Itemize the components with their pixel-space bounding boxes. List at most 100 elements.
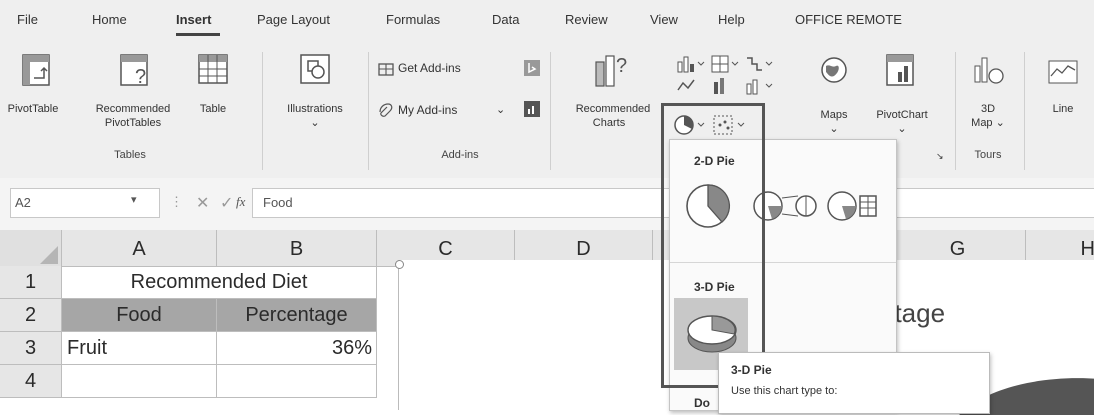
- recommended-pivottables-label-1: Recommended: [95, 103, 171, 115]
- column-header-b[interactable]: B: [217, 230, 377, 266]
- dialog-launcher-icon[interactable]: ↘: [936, 149, 944, 163]
- 3d-map-label-2: Map: [971, 117, 993, 129]
- formula-content: Food: [263, 195, 293, 210]
- 3d-map-button[interactable]: 3D Map ⌄: [960, 52, 1016, 142]
- addins-group-label: Add-ins: [441, 149, 479, 161]
- tooltip-body: Use this chart type to:: [731, 385, 838, 397]
- column-chart-icon[interactable]: [676, 54, 706, 74]
- sparkline-line-icon: [1048, 60, 1078, 84]
- tab-insert[interactable]: Insert: [176, 12, 211, 27]
- section-doughnut-heading: Do: [694, 396, 710, 410]
- pivotchart-label: PivotChart: [876, 109, 928, 121]
- cell-b3[interactable]: 36%: [217, 332, 377, 365]
- recommended-charts-button[interactable]: ? Recommended Charts: [560, 52, 658, 142]
- cancel-icon[interactable]: ✕: [196, 193, 209, 213]
- tab-view[interactable]: View: [650, 12, 678, 27]
- hierarchy-chart-icon[interactable]: [710, 54, 740, 74]
- table-icon: [198, 54, 228, 84]
- chevron-down-icon: ⌄: [310, 117, 320, 129]
- tab-help[interactable]: Help: [718, 12, 745, 27]
- my-addins-button[interactable]: My Add-ins ⌄: [378, 100, 548, 120]
- svg-text:?: ?: [616, 55, 627, 77]
- waterfall-chart-icon[interactable]: [744, 54, 774, 74]
- scatter-chart-dropdown-button[interactable]: [712, 113, 752, 137]
- insert-function-icon[interactable]: fx: [236, 194, 245, 210]
- cell-b2[interactable]: Percentage: [217, 299, 377, 332]
- group-separator: [1024, 52, 1025, 170]
- select-all-button[interactable]: [0, 230, 62, 266]
- recommended-pivottables-label-2: PivotTables: [104, 117, 162, 129]
- row-header-3[interactable]: 3: [0, 332, 62, 365]
- sparkline-line-button[interactable]: Line: [1038, 52, 1092, 142]
- globe-icon: [821, 57, 847, 83]
- group-separator: [550, 52, 551, 170]
- tab-data[interactable]: Data: [492, 12, 519, 27]
- combo-chart-icon[interactable]: [744, 76, 774, 96]
- pie-chart-dropdown-button[interactable]: [672, 113, 712, 137]
- more-options-icon: ⋮: [170, 194, 183, 209]
- maps-button[interactable]: Maps ⌄: [812, 52, 856, 142]
- tours-group-label: Tours: [974, 149, 1002, 161]
- tables-group-label: Tables: [114, 149, 146, 161]
- group-separator: [262, 52, 263, 170]
- pivottable-icon: [22, 54, 50, 86]
- pivotchart-icon: [886, 54, 914, 86]
- recommended-pivottables-button[interactable]: ? Recommended PivotTables: [90, 52, 176, 142]
- 3d-map-icon: [974, 57, 1004, 84]
- bar-of-pie-option[interactable]: [824, 188, 894, 224]
- line-chart-icon[interactable]: [676, 76, 706, 96]
- recommended-charts-label-2: Charts: [592, 117, 626, 129]
- maps-label: Maps: [820, 109, 848, 121]
- select-all-triangle-icon: [40, 246, 58, 264]
- name-box-value: A2: [15, 195, 31, 210]
- illustrations-icon: [300, 54, 330, 84]
- recommended-charts-icon: ?: [595, 55, 627, 87]
- name-box[interactable]: A2 ▾: [10, 188, 160, 218]
- tab-review[interactable]: Review: [565, 12, 608, 27]
- active-tab-indicator: [176, 33, 220, 36]
- pivottable-button[interactable]: PivotTable: [4, 52, 62, 142]
- row-header-1[interactable]: 1: [0, 266, 62, 299]
- chevron-down-icon[interactable]: ▾: [131, 193, 137, 206]
- illustrations-label: Illustrations: [287, 103, 343, 115]
- tab-office-remote[interactable]: OFFICE REMOTE: [795, 12, 902, 27]
- tooltip-title: 3-D Pie: [731, 363, 772, 377]
- recommended-charts-label-1: Recommended: [575, 103, 651, 115]
- chevron-down-icon: ⌄: [496, 104, 506, 116]
- pivotchart-button[interactable]: PivotChart ⌄: [864, 52, 940, 142]
- tab-page-layout[interactable]: Page Layout: [257, 12, 330, 27]
- column-header-a[interactable]: A: [62, 230, 217, 266]
- table-button[interactable]: Table: [190, 52, 236, 142]
- bing-addin-icon[interactable]: [524, 60, 540, 76]
- chevron-down-icon: ⌄: [995, 117, 1005, 129]
- cell-a4[interactable]: [62, 365, 217, 398]
- cell-a3[interactable]: Fruit: [62, 332, 217, 365]
- tab-home[interactable]: Home: [92, 12, 127, 27]
- table-label: Table: [199, 103, 227, 115]
- 3d-map-label-1: 3D: [980, 103, 996, 115]
- chart-resize-handle[interactable]: [395, 260, 404, 269]
- menu-bar: File Home Insert Page Layout Formulas Da…: [0, 0, 1094, 38]
- enter-check-icon[interactable]: ✓: [220, 193, 233, 213]
- tab-file[interactable]: File: [17, 12, 38, 27]
- row-header-4[interactable]: 4: [0, 365, 62, 398]
- highlight-frame: [661, 103, 765, 388]
- chart-type-tooltip: 3-D Pie Use this chart type to:: [718, 352, 990, 414]
- sparkline-line-label: Line: [1052, 103, 1074, 115]
- get-addins-label: Get Add-ins: [398, 61, 461, 75]
- row-header-2[interactable]: 2: [0, 299, 62, 332]
- group-separator: [368, 52, 369, 170]
- people-graph-icon[interactable]: [524, 101, 540, 117]
- get-addins-button[interactable]: Get Add-ins: [378, 58, 498, 78]
- cell-a1-merged[interactable]: Recommended Diet: [62, 266, 377, 299]
- cell-a2[interactable]: Food: [62, 299, 217, 332]
- tab-formulas[interactable]: Formulas: [386, 12, 440, 27]
- statistic-chart-icon[interactable]: [710, 76, 740, 96]
- chevron-down-icon: ⌄: [897, 123, 907, 135]
- cell-b4[interactable]: [217, 365, 377, 398]
- illustrations-button[interactable]: Illustrations ⌄: [268, 52, 362, 142]
- group-separator: [955, 52, 956, 170]
- my-addins-icon: [379, 103, 393, 117]
- pivottable-label: PivotTable: [7, 103, 59, 115]
- svg-text:?: ?: [135, 66, 146, 86]
